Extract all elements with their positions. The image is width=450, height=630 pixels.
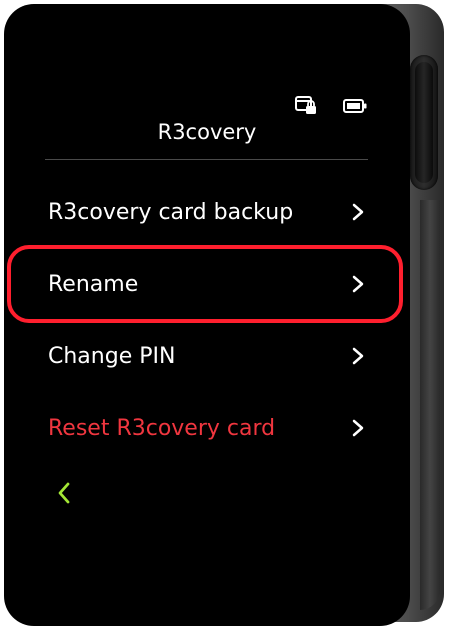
menu-item-change-pin[interactable]: Change PIN <box>48 336 368 376</box>
title-divider <box>45 159 368 160</box>
battery-icon <box>343 98 367 117</box>
menu-item-label: Reset R3covery card <box>48 415 276 441</box>
chevron-left-icon <box>57 482 71 508</box>
back-button[interactable] <box>52 480 76 510</box>
chevron-right-icon <box>348 418 368 438</box>
chevron-right-icon <box>348 202 368 222</box>
menu-item-label: R3covery card backup <box>48 199 294 225</box>
menu-item-label: Change PIN <box>48 343 176 369</box>
chevron-right-icon <box>348 346 368 366</box>
side-button-inner <box>415 62 433 183</box>
menu-item-reset-card[interactable]: Reset R3covery card <box>48 408 368 448</box>
rename-highlight-box <box>7 245 403 323</box>
device-side-strip <box>420 200 440 610</box>
status-bar <box>295 95 367 119</box>
menu-item-card-backup[interactable]: R3covery card backup <box>48 192 368 232</box>
page-title: R3covery <box>157 120 257 144</box>
card-lock-icon <box>295 95 317 119</box>
